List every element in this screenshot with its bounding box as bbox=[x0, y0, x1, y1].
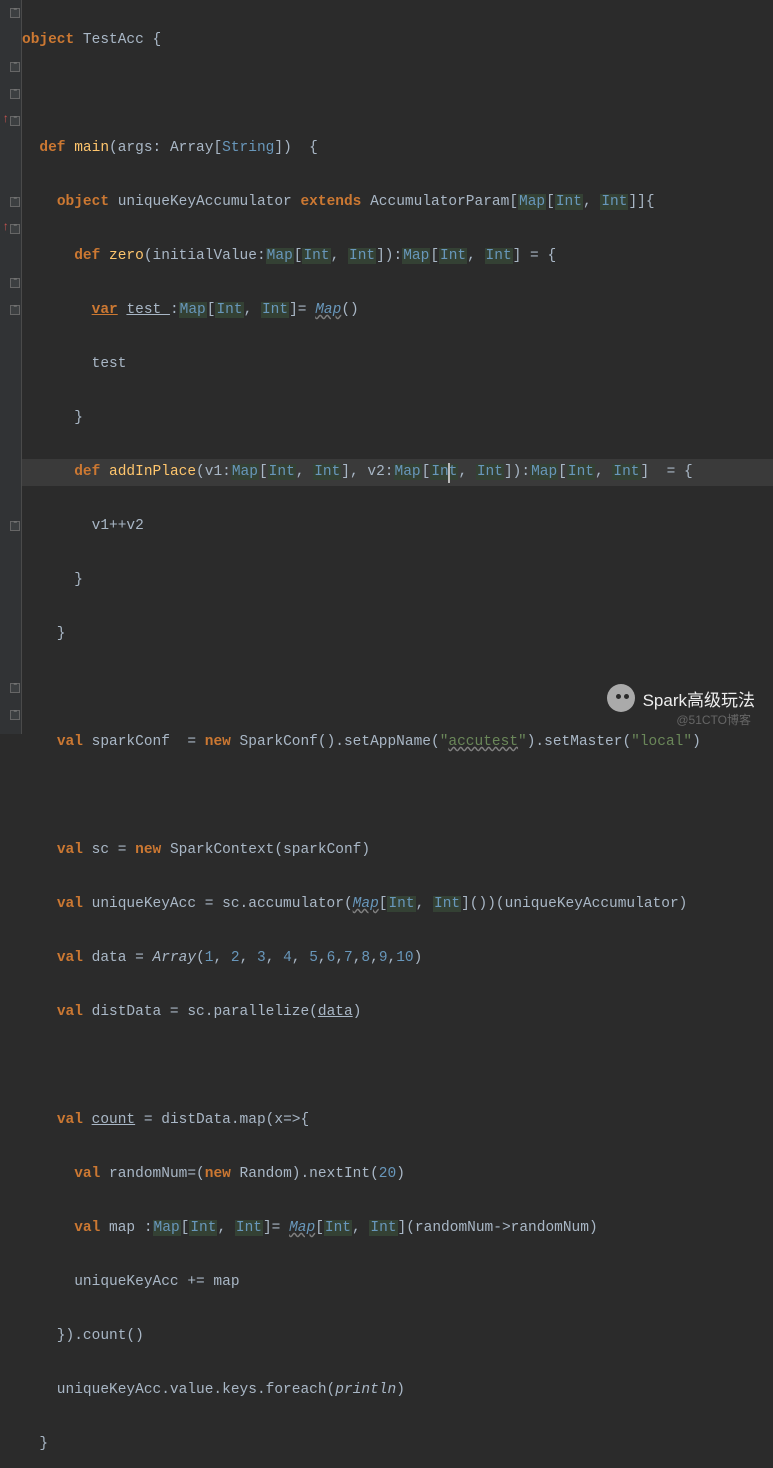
watermark-subtitle: @51CTO博客 bbox=[676, 711, 751, 728]
override-marker-icon: ↑ bbox=[2, 112, 9, 126]
code-line[interactable]: val data = Array(1, 2, 3, 4, 5,6,7,8,9,1… bbox=[22, 945, 773, 972]
code-editor[interactable]: ↑ ↑ object TestAcc { def main(args: Arra… bbox=[0, 0, 773, 734]
code-line[interactable]: var test :Map[Int, Int]= Map() bbox=[22, 297, 773, 324]
code-line[interactable]: val randomNum=(new Random).nextInt(20) bbox=[22, 1161, 773, 1188]
fold-toggle[interactable] bbox=[10, 8, 20, 18]
wechat-icon bbox=[607, 684, 635, 712]
code-line[interactable]: } bbox=[22, 405, 773, 432]
fold-toggle[interactable] bbox=[10, 710, 20, 720]
code-line[interactable]: }).count() bbox=[22, 1323, 773, 1350]
fold-toggle[interactable] bbox=[10, 278, 20, 288]
code-line[interactable]: def main(args: Array[String]) { bbox=[22, 135, 773, 162]
fold-toggle[interactable] bbox=[10, 197, 20, 207]
code-line[interactable]: object uniqueKeyAccumulator extends Accu… bbox=[22, 189, 773, 216]
code-line[interactable]: val count = distData.map(x=>{ bbox=[22, 1107, 773, 1134]
code-line[interactable]: val sparkConf = new SparkConf().setAppNa… bbox=[22, 729, 773, 756]
code-line[interactable]: val map :Map[Int, Int]= Map[Int, Int](ra… bbox=[22, 1215, 773, 1242]
code-line[interactable]: def zero(initialValue:Map[Int, Int]):Map… bbox=[22, 243, 773, 270]
fold-toggle[interactable] bbox=[10, 224, 20, 234]
code-line[interactable]: v1++v2 bbox=[22, 513, 773, 540]
fold-toggle[interactable] bbox=[10, 62, 20, 72]
code-line[interactable]: val sc = new SparkContext(sparkConf) bbox=[22, 837, 773, 864]
fold-toggle[interactable] bbox=[10, 116, 20, 126]
code-line[interactable]: uniqueKeyAcc += map bbox=[22, 1269, 773, 1296]
code-line[interactable]: } bbox=[22, 1431, 773, 1458]
code-line[interactable]: } bbox=[22, 621, 773, 648]
watermark-text: Spark高级玩法 bbox=[643, 686, 755, 711]
override-marker-icon: ↑ bbox=[2, 220, 9, 234]
code-line[interactable]: object TestAcc { bbox=[22, 27, 773, 54]
fold-toggle[interactable] bbox=[10, 305, 20, 315]
text-caret bbox=[448, 463, 450, 483]
code-line[interactable]: } bbox=[22, 567, 773, 594]
code-area[interactable]: object TestAcc { def main(args: Array[St… bbox=[22, 0, 773, 734]
fold-toggle[interactable] bbox=[10, 89, 20, 99]
code-line[interactable] bbox=[22, 81, 773, 108]
code-line[interactable]: val uniqueKeyAcc = sc.accumulator(Map[In… bbox=[22, 891, 773, 918]
fold-toggle[interactable] bbox=[10, 683, 20, 693]
code-line[interactable] bbox=[22, 783, 773, 810]
code-line[interactable]: test bbox=[22, 351, 773, 378]
code-line[interactable]: def addInPlace(v1:Map[Int, Int], v2:Map[… bbox=[22, 459, 773, 486]
gutter: ↑ ↑ bbox=[0, 0, 22, 734]
watermark: Spark高级玩法 bbox=[607, 684, 755, 712]
fold-toggle[interactable] bbox=[10, 521, 20, 531]
code-line[interactable]: val distData = sc.parallelize(data) bbox=[22, 999, 773, 1026]
code-line[interactable] bbox=[22, 1053, 773, 1080]
code-line[interactable]: uniqueKeyAcc.value.keys.foreach(println) bbox=[22, 1377, 773, 1404]
